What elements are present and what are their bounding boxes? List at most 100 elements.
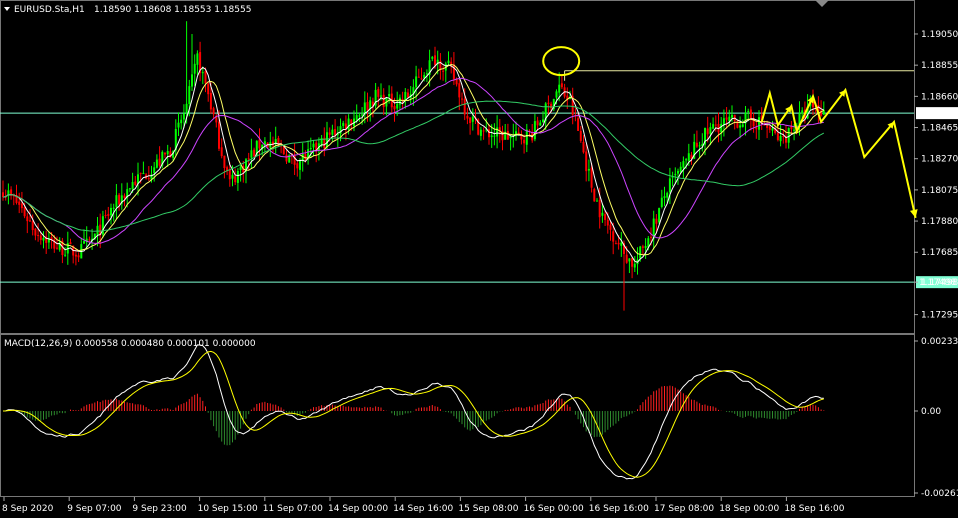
candle-body [666, 192, 669, 198]
candle-body [355, 115, 358, 120]
candle-body [247, 158, 250, 160]
time-tick-label: 14 Sep 00:00 [328, 504, 388, 514]
candle-body [609, 224, 612, 230]
time-tick-label: 14 Sep 16:00 [393, 504, 453, 514]
candle-body [212, 108, 215, 115]
candle-body [631, 258, 634, 267]
candle-body [191, 74, 193, 87]
price-tick-label: 1.18075 [921, 186, 958, 196]
candle-body [779, 135, 782, 142]
candle-body [299, 160, 301, 170]
candle-body [396, 103, 399, 109]
candle-body [158, 158, 161, 166]
candle-body [377, 89, 380, 97]
candle-body [380, 95, 382, 97]
candle-body [579, 130, 582, 141]
macd-tick-label: 0.002334 [921, 337, 958, 347]
candle-body [104, 214, 107, 216]
candle-body [236, 170, 239, 183]
candle-body [88, 239, 91, 241]
time-tick-label: 15 Sep 08:00 [458, 504, 518, 514]
price-tick-label: 1.17498 [921, 278, 958, 288]
candle-body [587, 168, 590, 171]
candle-body [560, 83, 563, 88]
candle-body [96, 225, 99, 235]
candle-body [596, 200, 598, 202]
time-tick-label: 9 Sep 23:00 [132, 504, 187, 514]
candle-body [604, 214, 607, 220]
candle-body [26, 216, 29, 222]
candle-body [747, 111, 750, 113]
candle-body [361, 114, 364, 116]
candle-body [463, 98, 466, 115]
candle-body [663, 196, 666, 198]
candle-body [593, 189, 596, 202]
candle-body [668, 178, 671, 193]
symbol-label: EURUSD.Sta,H1 [14, 5, 85, 15]
time-tick-label: 17 Sep 08:00 [654, 504, 714, 514]
candle-body [155, 159, 158, 168]
candle-body [617, 242, 620, 245]
candle-body [296, 163, 299, 169]
candle-body [10, 189, 13, 195]
candle-body [720, 123, 723, 133]
candle-body [725, 117, 728, 120]
candle-body [614, 243, 617, 245]
candle-body [209, 92, 212, 110]
current-price-label: 1.18555 [919, 109, 956, 119]
candle-body [83, 241, 85, 244]
candle-body [398, 97, 401, 105]
candle-body [490, 135, 493, 138]
candle-body [358, 115, 361, 117]
candle-body [382, 94, 385, 108]
candle-body [706, 128, 709, 135]
candle-body [496, 127, 499, 137]
candle-body [128, 188, 131, 190]
candle-body [471, 116, 474, 122]
time-tick-label: 9 Sep 07:00 [67, 504, 122, 514]
ohlc-label: 1.18590 1.18608 1.18553 1.18555 [94, 5, 251, 15]
candle-body [555, 91, 558, 98]
candle-body [755, 127, 758, 130]
macd-label: MACD(12,26,9) 0.000558 0.000480 0.000101… [4, 339, 256, 349]
candle-body [131, 182, 134, 190]
candle-body [590, 167, 593, 188]
macd-tick-label: 0.00 [921, 407, 941, 417]
candle-body [493, 135, 496, 137]
candle-body [641, 246, 644, 248]
candle-body [415, 76, 418, 88]
candle-body [633, 263, 636, 268]
candle-body [223, 155, 226, 169]
candle-body [18, 201, 21, 205]
candle-body [285, 154, 288, 162]
price-tick-label: 1.17880 [921, 217, 958, 227]
candle-body [547, 102, 550, 104]
candle-body [790, 126, 793, 130]
candle-body [447, 60, 450, 64]
price-tick-label: 1.17295 [921, 311, 958, 321]
trading-chart: 1.17498 1.18555 1.19050 1.18855 1.18660 1.18… [0, 0, 958, 518]
candle-body [326, 132, 328, 148]
candle-body [112, 207, 115, 209]
candle-body [188, 86, 191, 105]
candle-body [466, 115, 469, 119]
candle-body [801, 110, 804, 114]
candle-body [115, 195, 118, 208]
price-tick-label: 1.19050 [921, 30, 958, 40]
candle-body [31, 221, 34, 231]
candle-body [776, 132, 779, 141]
candle-body [107, 214, 110, 216]
candle-body [577, 118, 580, 131]
candle-body [582, 141, 585, 153]
candle-body [20, 203, 23, 209]
price-tick-label: 1.18270 [921, 155, 958, 165]
candle-body [768, 126, 771, 130]
candle-body [639, 246, 642, 259]
time-tick-label: 18 Sep 00:00 [719, 504, 779, 514]
candle-body [331, 129, 334, 135]
candle-body [401, 99, 404, 101]
candle-body [620, 242, 623, 246]
candle-body [698, 145, 701, 147]
candle-body [147, 178, 150, 180]
time-tick-label: 8 Sep 2020 [2, 504, 54, 514]
